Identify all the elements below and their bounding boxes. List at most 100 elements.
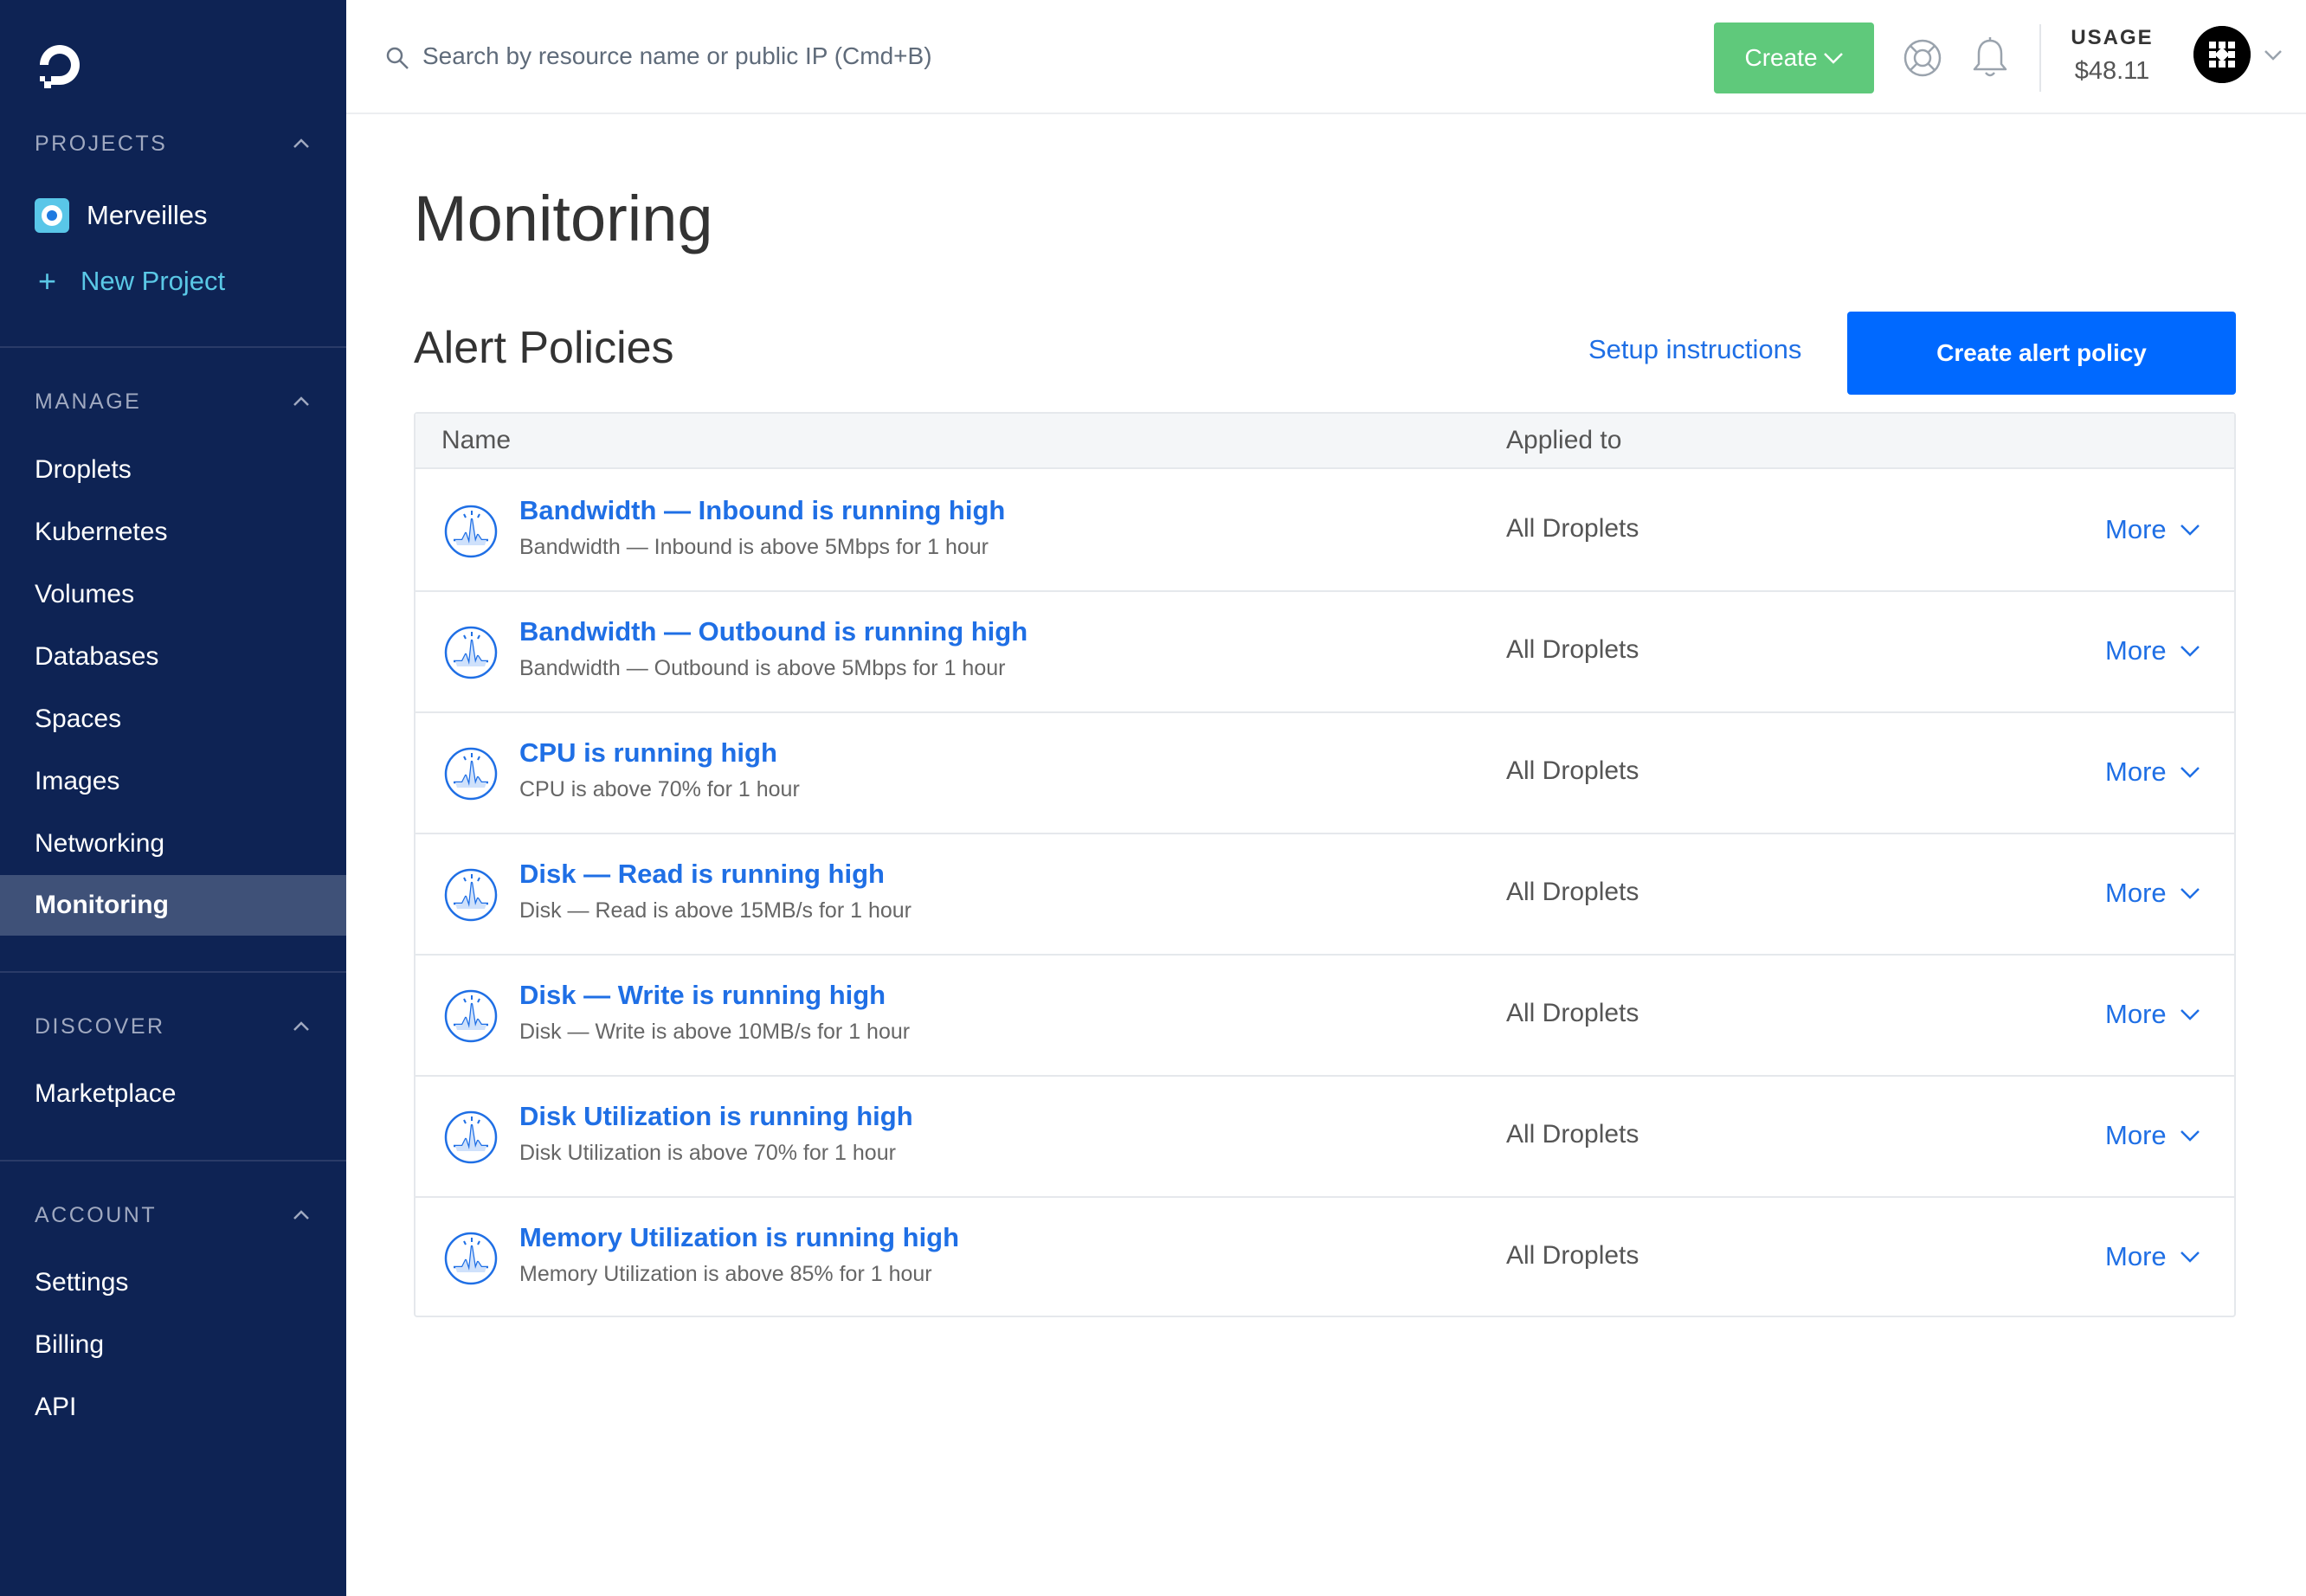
create-button[interactable]: Create	[1714, 23, 1874, 93]
project-merveilles[interactable]: Merveilles	[35, 194, 208, 237]
policy-title-link[interactable]: Disk Utilization is running high	[519, 1101, 913, 1132]
table-row: Disk — Write is running high Disk — Writ…	[415, 956, 2234, 1077]
table-row: Bandwidth — Inbound is running high Band…	[415, 471, 2234, 592]
discover-header-label: DISCOVER	[35, 1014, 165, 1039]
plus-icon: +	[38, 263, 57, 299]
sidebar-item-api[interactable]: API	[0, 1377, 346, 1438]
more-dropdown[interactable]: More	[2105, 1118, 2201, 1153]
policy-title-link[interactable]: Bandwidth — Inbound is running high	[519, 495, 1005, 526]
more-label: More	[2105, 514, 2167, 544]
pulse-monitor-icon	[444, 868, 498, 922]
policy-description: Memory Utilization is above 85% for 1 ho…	[519, 1262, 932, 1286]
discover-section-header[interactable]: DISCOVER	[35, 1009, 312, 1044]
project-name: Merveilles	[87, 200, 208, 230]
more-label: More	[2105, 1120, 2167, 1150]
projects-header-label: PROJECTS	[35, 131, 168, 156]
sidebar-item-volumes[interactable]: Volumes	[0, 564, 346, 625]
sidebar-item-label: Spaces	[35, 705, 122, 733]
policy-applied-to: All Droplets	[1506, 1120, 1639, 1149]
setup-instructions-link[interactable]: Setup instructions	[1588, 334, 1801, 365]
sidebar-item-settings[interactable]: Settings	[0, 1252, 346, 1313]
sidebar-item-label: Marketplace	[35, 1079, 177, 1108]
policy-description: Disk — Write is above 10MB/s for 1 hour	[519, 1020, 911, 1044]
policy-applied-to: All Droplets	[1506, 635, 1639, 664]
chevron-down-icon[interactable]	[2263, 47, 2283, 62]
usage-label: USAGE	[2071, 26, 2154, 49]
chevron-up-icon	[293, 138, 309, 148]
pulse-monitor-icon	[444, 1110, 498, 1164]
sidebar-divider	[0, 1160, 346, 1162]
pulse-monitor-icon	[444, 989, 498, 1043]
account-section-header[interactable]: ACCOUNT	[35, 1198, 312, 1232]
avatar[interactable]	[2193, 26, 2251, 83]
policy-title-link[interactable]: Disk — Read is running high	[519, 859, 885, 890]
policy-title-link[interactable]: CPU is running high	[519, 737, 777, 769]
chevron-down-icon	[2180, 888, 2200, 899]
projects-section-header[interactable]: PROJECTS	[35, 126, 312, 161]
sidebar-item-label: Droplets	[35, 455, 132, 484]
more-dropdown[interactable]: More	[2105, 512, 2201, 547]
sidebar-item-label: Databases	[35, 642, 159, 671]
sidebar-item-label: Kubernetes	[35, 518, 168, 546]
sidebar-item-databases[interactable]: Databases	[0, 627, 346, 687]
sidebar-item-spaces[interactable]: Spaces	[0, 689, 346, 750]
lifebuoy-icon[interactable]	[1903, 38, 1942, 78]
sidebar-item-monitoring[interactable]: Monitoring	[0, 875, 346, 936]
bell-icon[interactable]	[1970, 36, 2010, 80]
table-row: CPU is running high CPU is above 70% for…	[415, 713, 2234, 834]
sidebar-item-label: Volumes	[35, 580, 135, 608]
chevron-up-icon	[293, 1021, 309, 1031]
policy-description: Bandwidth — Outbound is above 5Mbps for …	[519, 656, 1006, 680]
sidebar-item-label: Monitoring	[35, 891, 169, 919]
sidebar-item-label: API	[35, 1393, 77, 1421]
policy-applied-to: All Droplets	[1506, 514, 1639, 543]
policy-applied-to: All Droplets	[1506, 756, 1639, 785]
chevron-up-icon	[293, 396, 309, 406]
policy-description: Bandwidth — Inbound is above 5Mbps for 1…	[519, 535, 989, 559]
policy-title-link[interactable]: Disk — Write is running high	[519, 980, 886, 1011]
policy-title-link[interactable]: Memory Utilization is running high	[519, 1222, 959, 1253]
top-bar: Create USAGE $48.11	[346, 0, 2306, 114]
more-dropdown[interactable]: More	[2105, 876, 2201, 911]
more-label: More	[2105, 635, 2167, 666]
chevron-down-icon	[2180, 524, 2200, 536]
more-label: More	[2105, 999, 2167, 1029]
more-label: More	[2105, 756, 2167, 787]
sidebar-item-marketplace[interactable]: Marketplace	[0, 1064, 346, 1124]
policy-title-link[interactable]: Bandwidth — Outbound is running high	[519, 616, 1027, 647]
column-header-applied-to: Applied to	[1506, 426, 1622, 454]
sidebar-item-kubernetes[interactable]: Kubernetes	[0, 502, 346, 563]
chevron-down-icon	[2180, 1130, 2200, 1142]
table-row: Bandwidth — Outbound is running high Ban…	[415, 592, 2234, 713]
more-dropdown[interactable]: More	[2105, 1239, 2201, 1274]
table-row: Memory Utilization is running high Memor…	[415, 1198, 2234, 1319]
sidebar-divider	[0, 346, 346, 348]
chevron-down-icon	[2180, 767, 2200, 778]
sidebar-item-images[interactable]: Images	[0, 751, 346, 812]
sidebar-item-networking[interactable]: Networking	[0, 814, 346, 874]
topbar-divider	[2039, 24, 2041, 92]
create-button-label: Create	[1744, 44, 1818, 71]
chevron-down-icon	[2180, 1252, 2200, 1263]
sidebar-item-label: Networking	[35, 829, 165, 858]
table-row: Disk — Read is running high Disk — Read …	[415, 834, 2234, 956]
sidebar-divider	[0, 971, 346, 973]
search-input[interactable]	[422, 35, 1201, 78]
sidebar-item-label: Settings	[35, 1268, 129, 1297]
usage-value[interactable]: $48.11	[2069, 57, 2155, 86]
manage-header-label: MANAGE	[35, 389, 142, 414]
column-header-name: Name	[441, 426, 512, 454]
more-label: More	[2105, 878, 2167, 908]
pulse-monitor-icon	[444, 747, 498, 801]
policy-applied-to: All Droplets	[1506, 1241, 1639, 1270]
new-project-link[interactable]: + New Project	[35, 260, 225, 303]
sidebar-item-billing[interactable]: Billing	[0, 1315, 346, 1375]
create-alert-policy-button[interactable]: Create alert policy	[1847, 312, 2236, 395]
more-dropdown[interactable]: More	[2105, 755, 2201, 789]
digitalocean-logo[interactable]	[33, 38, 87, 92]
table-row: Disk Utilization is running high Disk Ut…	[415, 1077, 2234, 1198]
more-dropdown[interactable]: More	[2105, 997, 2201, 1032]
manage-section-header[interactable]: MANAGE	[35, 384, 312, 419]
sidebar-item-droplets[interactable]: Droplets	[0, 440, 346, 500]
more-dropdown[interactable]: More	[2105, 634, 2201, 668]
